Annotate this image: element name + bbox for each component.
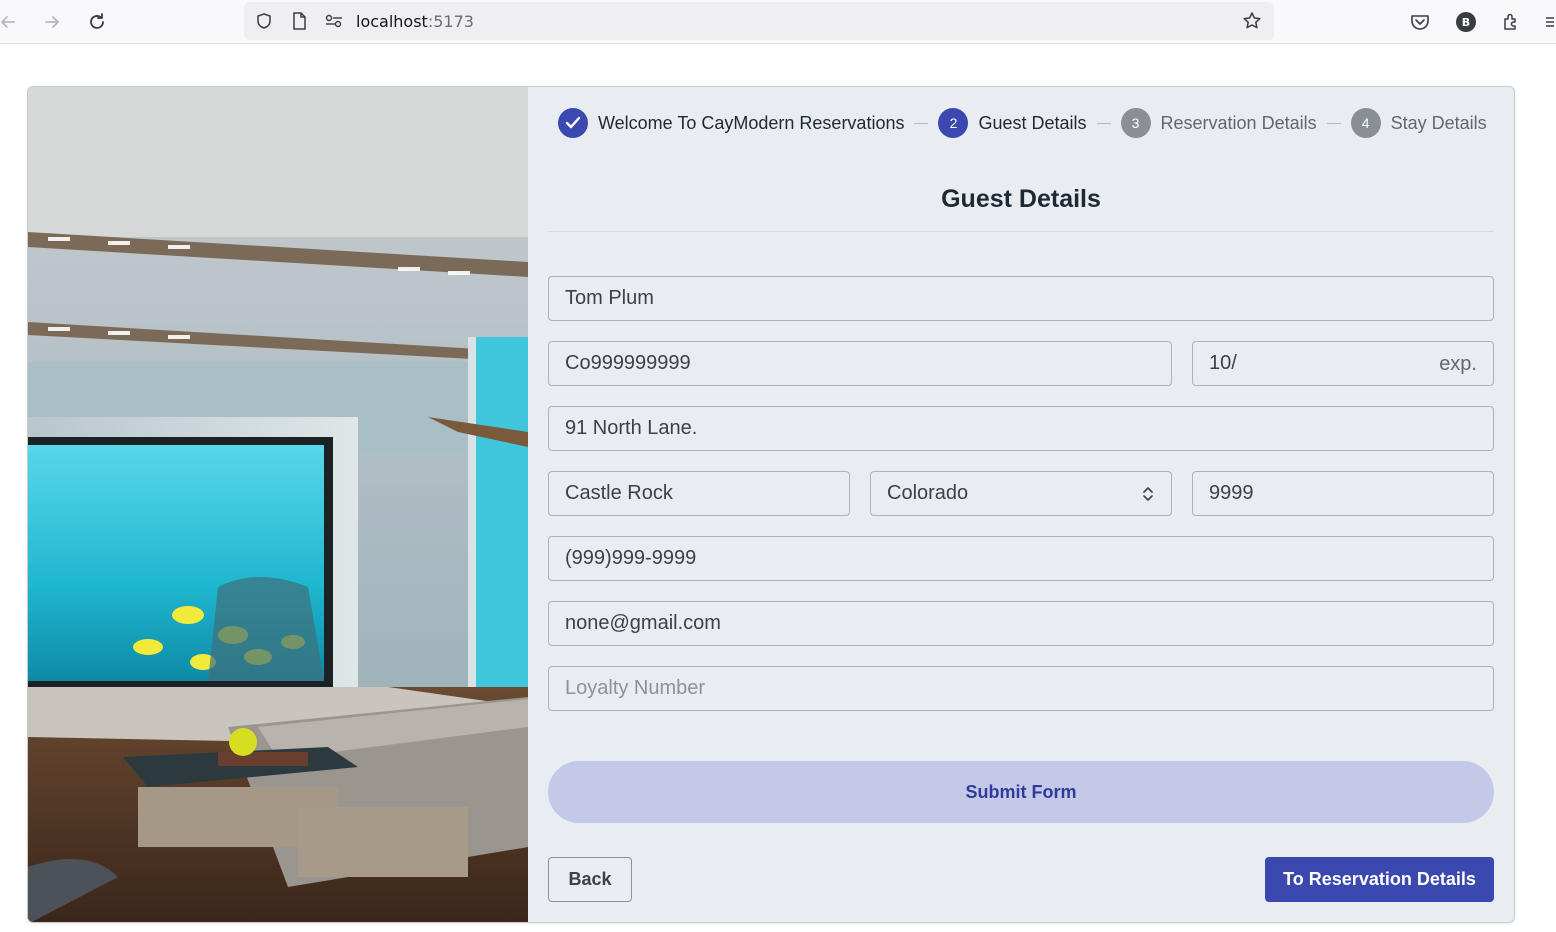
address-field[interactable] <box>548 406 1494 451</box>
step-number: 4 <box>1350 108 1381 138</box>
hero-image <box>28 87 528 922</box>
name-input[interactable] <box>549 277 1493 320</box>
step-label: Stay Details <box>1390 112 1487 133</box>
phone-field[interactable] <box>548 536 1494 581</box>
form-title: Guest Details <box>941 185 1101 213</box>
shield-icon[interactable] <box>254 11 274 31</box>
card-number-field[interactable] <box>548 341 1172 386</box>
progress-stepper: Welcome To CayModern Reservations 2 Gues… <box>558 107 1487 139</box>
step-connector <box>1096 122 1111 124</box>
email-field[interactable] <box>548 601 1494 646</box>
check-icon <box>558 108 588 138</box>
extensions-icon[interactable] <box>1497 8 1525 36</box>
name-field[interactable] <box>548 276 1494 321</box>
step-number: 2 <box>938 108 969 138</box>
step-welcome[interactable]: Welcome To CayModern Reservations <box>558 108 904 138</box>
card-number-input[interactable] <box>549 342 1171 385</box>
step-reservation-details[interactable]: 3 Reservation Details <box>1120 108 1317 138</box>
url-text[interactable]: localhost:5173 <box>356 12 474 31</box>
page-icon[interactable] <box>289 11 309 31</box>
loyalty-field[interactable] <box>548 666 1494 711</box>
back-button[interactable]: Back <box>548 857 632 902</box>
zip-field[interactable] <box>1192 471 1494 516</box>
step-connector <box>1326 122 1341 124</box>
zip-input[interactable] <box>1193 472 1493 515</box>
step-label: Reservation Details <box>1160 112 1317 133</box>
select-arrows-icon <box>1143 487 1153 501</box>
forward-arrow-icon[interactable] <box>38 8 66 36</box>
step-number: 3 <box>1120 108 1151 138</box>
address-bar[interactable]: localhost:5173 <box>244 2 1274 40</box>
state-select-value[interactable] <box>871 472 1171 515</box>
loyalty-input[interactable] <box>549 667 1493 710</box>
to-reservation-details-button[interactable]: To Reservation Details <box>1265 857 1494 902</box>
bookmark-star-icon[interactable] <box>1242 11 1262 31</box>
state-select[interactable] <box>870 471 1172 516</box>
city-field[interactable] <box>548 471 850 516</box>
title-divider <box>548 231 1494 232</box>
email-input[interactable] <box>549 602 1493 645</box>
address-input[interactable] <box>549 407 1493 450</box>
back-arrow-icon[interactable] <box>0 8 22 36</box>
profile-initial: B <box>1456 12 1476 32</box>
phone-input[interactable] <box>549 537 1493 580</box>
menu-icon[interactable] <box>1540 8 1556 36</box>
pocket-icon[interactable] <box>1406 8 1434 36</box>
city-input[interactable] <box>549 472 849 515</box>
url-port: :5173 <box>427 12 474 31</box>
step-label: Welcome To CayModern Reservations <box>598 112 905 133</box>
step-stay-details[interactable]: 4 Stay Details <box>1350 108 1487 138</box>
permissions-icon[interactable] <box>324 11 344 31</box>
url-host: localhost <box>356 12 428 31</box>
reload-icon[interactable] <box>83 8 111 36</box>
step-label: Guest Details <box>978 112 1087 133</box>
profile-avatar[interactable]: B <box>1452 8 1480 36</box>
step-guest-details[interactable]: 2 Guest Details <box>938 108 1087 138</box>
expiry-field[interactable]: exp. <box>1192 341 1494 386</box>
browser-toolbar: localhost:5173 B <box>0 0 1556 44</box>
reservation-card: Welcome To CayModern Reservations 2 Gues… <box>27 86 1515 923</box>
expiry-adornment: exp. <box>1439 353 1477 375</box>
step-connector <box>914 122 929 124</box>
submit-form-button[interactable]: Submit Form <box>548 761 1494 823</box>
